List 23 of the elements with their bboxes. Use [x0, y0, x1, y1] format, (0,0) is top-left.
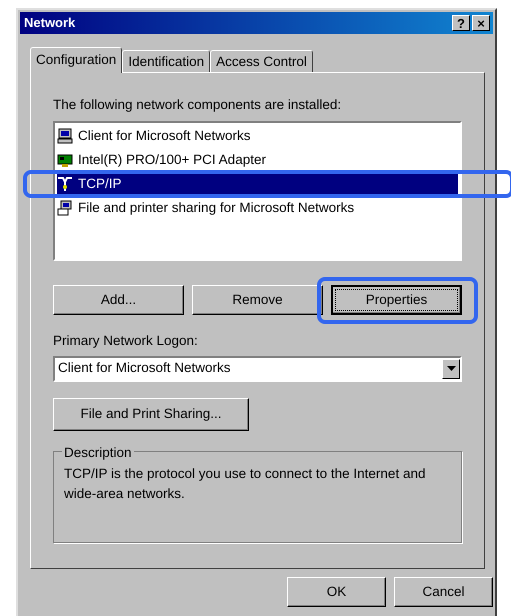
logon-dropdown[interactable]: Client for Microsoft Networks [53, 356, 462, 382]
component-button[interactable]: Add... [53, 285, 184, 316]
connector-icon [57, 176, 73, 192]
tab[interactable]: Access Control [210, 50, 313, 72]
component-button[interactable]: Properties [331, 285, 462, 316]
computer-icon [57, 200, 73, 216]
tab[interactable]: Identification [122, 50, 210, 72]
component-item[interactable]: File and printer sharing for Microsoft Networks [76, 198, 356, 218]
component-item[interactable]: Client for Microsoft Networks [76, 126, 253, 146]
logon-label: Primary Network Logon: [53, 332, 199, 350]
file-and-print-sharing-button[interactable]: File and Print Sharing... [53, 398, 249, 430]
computer-icon [57, 128, 73, 144]
component-button[interactable]: Remove [192, 285, 323, 316]
close-button[interactable]: × [472, 15, 490, 31]
dialog-button[interactable]: Cancel [394, 577, 493, 607]
dialog-button[interactable]: OK [287, 577, 386, 607]
components-label: The following network components are installed: [53, 96, 342, 114]
network-card-icon [57, 152, 73, 168]
tab[interactable]: Configuration [30, 47, 122, 73]
description-text: TCP/IP is the protocol you use to connect to the Internet and wide-area networks. [64, 464, 426, 503]
window-title: Network [24, 14, 76, 32]
help-button[interactable]: ? [452, 15, 470, 31]
component-item[interactable]: Intel(R) PRO/100+ PCI Adapter [76, 150, 268, 170]
